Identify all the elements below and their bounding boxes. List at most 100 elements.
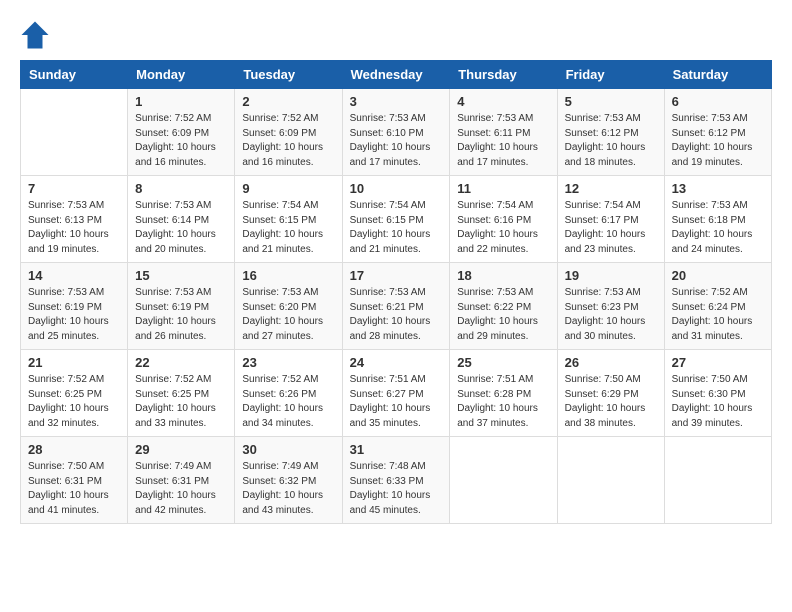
day-number: 23	[242, 355, 334, 370]
day-info: Sunrise: 7:54 AMSunset: 6:15 PMDaylight:…	[350, 199, 443, 257]
page-header	[20, 20, 772, 50]
calendar-cell: 4 Sunrise: 7:53 AMSunset: 6:11 PMDayligh…	[450, 89, 557, 176]
day-number: 27	[672, 355, 764, 370]
calendar-cell: 5 Sunrise: 7:53 AMSunset: 6:12 PMDayligh…	[557, 89, 664, 176]
day-info: Sunrise: 7:54 AMSunset: 6:15 PMDaylight:…	[242, 199, 334, 257]
day-info: Sunrise: 7:53 AMSunset: 6:19 PMDaylight:…	[135, 286, 227, 344]
calendar-cell: 26 Sunrise: 7:50 AMSunset: 6:29 PMDaylig…	[557, 350, 664, 437]
day-info: Sunrise: 7:49 AMSunset: 6:31 PMDaylight:…	[135, 460, 227, 518]
day-info: Sunrise: 7:53 AMSunset: 6:13 PMDaylight:…	[28, 199, 120, 257]
calendar-cell: 17 Sunrise: 7:53 AMSunset: 6:21 PMDaylig…	[342, 263, 450, 350]
calendar-cell: 7 Sunrise: 7:53 AMSunset: 6:13 PMDayligh…	[21, 176, 128, 263]
calendar-week-row: 21 Sunrise: 7:52 AMSunset: 6:25 PMDaylig…	[21, 350, 772, 437]
weekday-header-monday: Monday	[128, 61, 235, 89]
day-number: 22	[135, 355, 227, 370]
day-number: 30	[242, 442, 334, 457]
calendar-cell: 12 Sunrise: 7:54 AMSunset: 6:17 PMDaylig…	[557, 176, 664, 263]
calendar-cell: 6 Sunrise: 7:53 AMSunset: 6:12 PMDayligh…	[664, 89, 771, 176]
weekday-header-row: SundayMondayTuesdayWednesdayThursdayFrid…	[21, 61, 772, 89]
day-number: 7	[28, 181, 120, 196]
day-number: 4	[457, 94, 549, 109]
calendar-week-row: 7 Sunrise: 7:53 AMSunset: 6:13 PMDayligh…	[21, 176, 772, 263]
calendar-cell: 18 Sunrise: 7:53 AMSunset: 6:22 PMDaylig…	[450, 263, 557, 350]
day-info: Sunrise: 7:54 AMSunset: 6:16 PMDaylight:…	[457, 199, 549, 257]
day-number: 11	[457, 181, 549, 196]
calendar-cell: 20 Sunrise: 7:52 AMSunset: 6:24 PMDaylig…	[664, 263, 771, 350]
day-info: Sunrise: 7:49 AMSunset: 6:32 PMDaylight:…	[242, 460, 334, 518]
day-number: 20	[672, 268, 764, 283]
day-number: 12	[565, 181, 657, 196]
day-info: Sunrise: 7:53 AMSunset: 6:12 PMDaylight:…	[672, 112, 764, 170]
calendar-cell: 29 Sunrise: 7:49 AMSunset: 6:31 PMDaylig…	[128, 437, 235, 524]
weekday-header-thursday: Thursday	[450, 61, 557, 89]
day-number: 5	[565, 94, 657, 109]
calendar-cell	[557, 437, 664, 524]
calendar-cell: 1 Sunrise: 7:52 AMSunset: 6:09 PMDayligh…	[128, 89, 235, 176]
calendar-cell: 31 Sunrise: 7:48 AMSunset: 6:33 PMDaylig…	[342, 437, 450, 524]
day-info: Sunrise: 7:51 AMSunset: 6:28 PMDaylight:…	[457, 373, 549, 431]
calendar-cell: 14 Sunrise: 7:53 AMSunset: 6:19 PMDaylig…	[21, 263, 128, 350]
calendar-cell	[450, 437, 557, 524]
calendar-cell: 24 Sunrise: 7:51 AMSunset: 6:27 PMDaylig…	[342, 350, 450, 437]
day-number: 10	[350, 181, 443, 196]
day-number: 25	[457, 355, 549, 370]
day-info: Sunrise: 7:53 AMSunset: 6:11 PMDaylight:…	[457, 112, 549, 170]
weekday-header-friday: Friday	[557, 61, 664, 89]
day-info: Sunrise: 7:48 AMSunset: 6:33 PMDaylight:…	[350, 460, 443, 518]
day-info: Sunrise: 7:53 AMSunset: 6:19 PMDaylight:…	[28, 286, 120, 344]
day-number: 3	[350, 94, 443, 109]
day-number: 8	[135, 181, 227, 196]
calendar-cell: 23 Sunrise: 7:52 AMSunset: 6:26 PMDaylig…	[235, 350, 342, 437]
weekday-header-sunday: Sunday	[21, 61, 128, 89]
calendar-cell: 11 Sunrise: 7:54 AMSunset: 6:16 PMDaylig…	[450, 176, 557, 263]
calendar-cell: 19 Sunrise: 7:53 AMSunset: 6:23 PMDaylig…	[557, 263, 664, 350]
day-info: Sunrise: 7:54 AMSunset: 6:17 PMDaylight:…	[565, 199, 657, 257]
calendar-week-row: 14 Sunrise: 7:53 AMSunset: 6:19 PMDaylig…	[21, 263, 772, 350]
day-number: 15	[135, 268, 227, 283]
day-info: Sunrise: 7:52 AMSunset: 6:25 PMDaylight:…	[135, 373, 227, 431]
day-info: Sunrise: 7:50 AMSunset: 6:31 PMDaylight:…	[28, 460, 120, 518]
logo	[20, 20, 54, 50]
day-number: 1	[135, 94, 227, 109]
calendar-cell: 16 Sunrise: 7:53 AMSunset: 6:20 PMDaylig…	[235, 263, 342, 350]
calendar-cell: 27 Sunrise: 7:50 AMSunset: 6:30 PMDaylig…	[664, 350, 771, 437]
day-info: Sunrise: 7:53 AMSunset: 6:21 PMDaylight:…	[350, 286, 443, 344]
day-info: Sunrise: 7:53 AMSunset: 6:14 PMDaylight:…	[135, 199, 227, 257]
day-info: Sunrise: 7:52 AMSunset: 6:09 PMDaylight:…	[135, 112, 227, 170]
day-info: Sunrise: 7:51 AMSunset: 6:27 PMDaylight:…	[350, 373, 443, 431]
day-number: 29	[135, 442, 227, 457]
day-number: 13	[672, 181, 764, 196]
day-info: Sunrise: 7:53 AMSunset: 6:22 PMDaylight:…	[457, 286, 549, 344]
calendar-table: SundayMondayTuesdayWednesdayThursdayFrid…	[20, 60, 772, 524]
calendar-cell: 15 Sunrise: 7:53 AMSunset: 6:19 PMDaylig…	[128, 263, 235, 350]
day-number: 21	[28, 355, 120, 370]
calendar-cell: 2 Sunrise: 7:52 AMSunset: 6:09 PMDayligh…	[235, 89, 342, 176]
day-number: 16	[242, 268, 334, 283]
day-info: Sunrise: 7:50 AMSunset: 6:30 PMDaylight:…	[672, 373, 764, 431]
calendar-cell	[664, 437, 771, 524]
day-number: 28	[28, 442, 120, 457]
calendar-cell: 9 Sunrise: 7:54 AMSunset: 6:15 PMDayligh…	[235, 176, 342, 263]
weekday-header-tuesday: Tuesday	[235, 61, 342, 89]
calendar-cell: 10 Sunrise: 7:54 AMSunset: 6:15 PMDaylig…	[342, 176, 450, 263]
calendar-cell: 28 Sunrise: 7:50 AMSunset: 6:31 PMDaylig…	[21, 437, 128, 524]
day-info: Sunrise: 7:52 AMSunset: 6:09 PMDaylight:…	[242, 112, 334, 170]
day-number: 26	[565, 355, 657, 370]
day-number: 2	[242, 94, 334, 109]
day-info: Sunrise: 7:53 AMSunset: 6:18 PMDaylight:…	[672, 199, 764, 257]
day-info: Sunrise: 7:52 AMSunset: 6:25 PMDaylight:…	[28, 373, 120, 431]
day-info: Sunrise: 7:53 AMSunset: 6:12 PMDaylight:…	[565, 112, 657, 170]
day-info: Sunrise: 7:52 AMSunset: 6:26 PMDaylight:…	[242, 373, 334, 431]
day-info: Sunrise: 7:53 AMSunset: 6:23 PMDaylight:…	[565, 286, 657, 344]
calendar-week-row: 1 Sunrise: 7:52 AMSunset: 6:09 PMDayligh…	[21, 89, 772, 176]
calendar-cell: 8 Sunrise: 7:53 AMSunset: 6:14 PMDayligh…	[128, 176, 235, 263]
weekday-header-saturday: Saturday	[664, 61, 771, 89]
day-number: 9	[242, 181, 334, 196]
calendar-cell: 22 Sunrise: 7:52 AMSunset: 6:25 PMDaylig…	[128, 350, 235, 437]
weekday-header-wednesday: Wednesday	[342, 61, 450, 89]
calendar-cell: 21 Sunrise: 7:52 AMSunset: 6:25 PMDaylig…	[21, 350, 128, 437]
day-number: 24	[350, 355, 443, 370]
calendar-week-row: 28 Sunrise: 7:50 AMSunset: 6:31 PMDaylig…	[21, 437, 772, 524]
calendar-cell: 30 Sunrise: 7:49 AMSunset: 6:32 PMDaylig…	[235, 437, 342, 524]
day-info: Sunrise: 7:52 AMSunset: 6:24 PMDaylight:…	[672, 286, 764, 344]
